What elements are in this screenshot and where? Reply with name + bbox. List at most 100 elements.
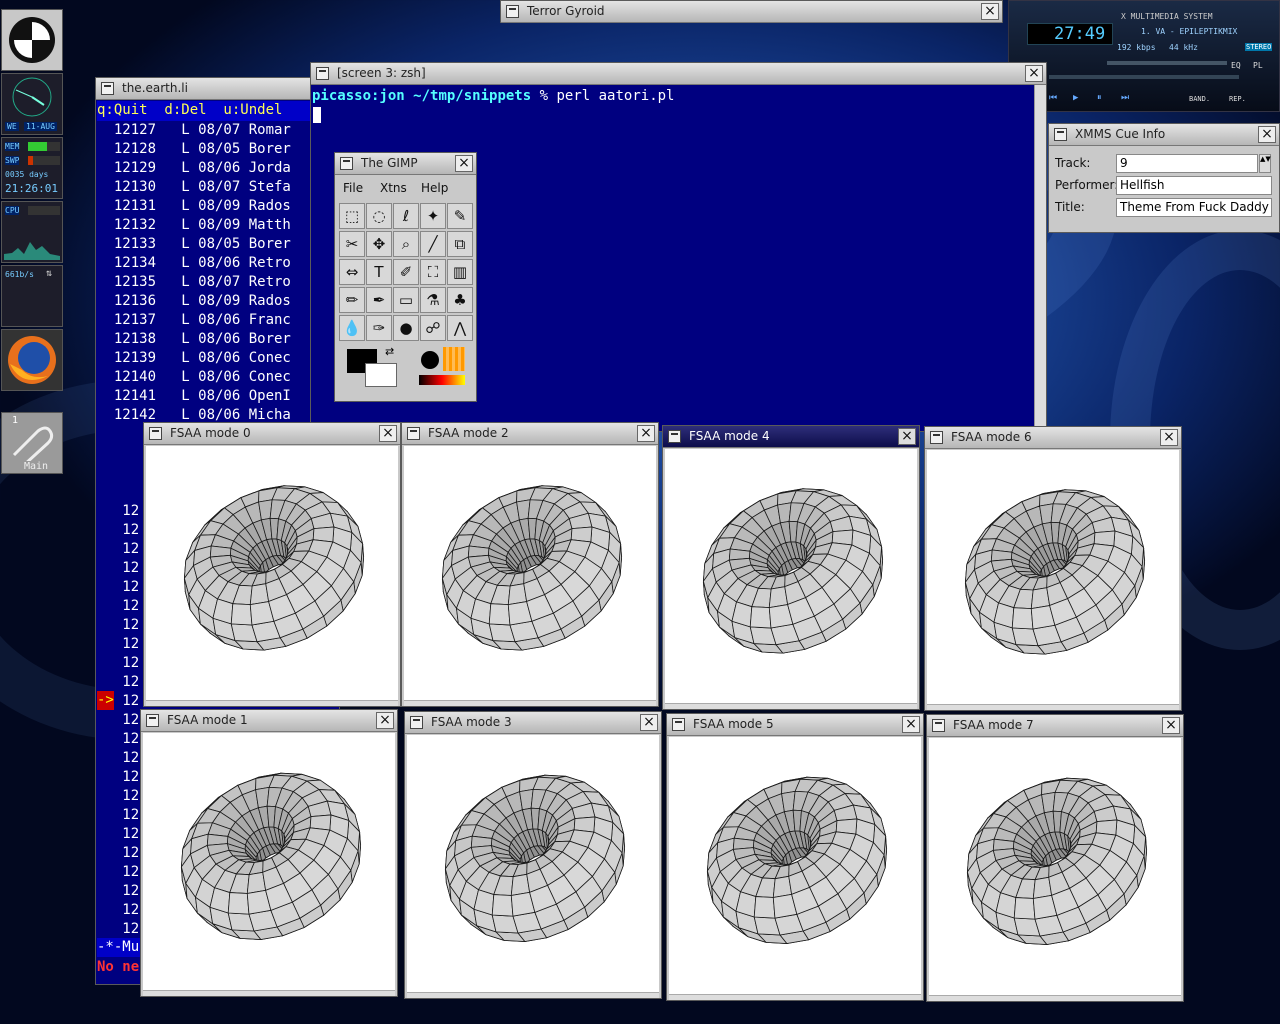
- close-button[interactable]: ×: [379, 425, 397, 442]
- repeat-button[interactable]: REP.: [1229, 95, 1246, 103]
- message-row[interactable]: 12139 L 08/06 Conec: [97, 349, 291, 368]
- window-menu-icon[interactable]: [146, 714, 159, 727]
- window-menu-icon[interactable]: [1054, 128, 1067, 141]
- message-row[interactable]: 12134 L 08/06 Retro: [97, 254, 291, 273]
- message-row[interactable]: 12132 L 08/09 Matth: [97, 216, 291, 235]
- menu-xtns[interactable]: Xtns: [380, 181, 407, 195]
- window-menu-icon[interactable]: [668, 430, 681, 443]
- text-icon[interactable]: T: [366, 259, 392, 285]
- ink-icon[interactable]: ✑: [366, 315, 392, 341]
- magnify-icon[interactable]: ⌕: [393, 231, 419, 257]
- titlebar[interactable]: FSAA mode 5 ×: [667, 714, 923, 736]
- message-row[interactable]: 12129 L 08/06 Jorda: [97, 159, 291, 178]
- pattern-icon[interactable]: [443, 347, 465, 371]
- titlebar[interactable]: FSAA mode 1 ×: [141, 710, 397, 732]
- close-button[interactable]: ×: [376, 712, 394, 729]
- playlist-toggle[interactable]: PL: [1253, 61, 1263, 70]
- seek-bar[interactable]: [1049, 75, 1239, 79]
- terror-gyroid-window[interactable]: Terror Gyroid ×: [500, 0, 1003, 23]
- band-button[interactable]: BAND.: [1189, 95, 1210, 103]
- message-list[interactable]: 12127 L 08/07 Romar 12128 L 08/05 Borer …: [97, 121, 291, 425]
- close-button[interactable]: ×: [898, 428, 916, 445]
- fsaa-window[interactable]: FSAA mode 5 ×: [666, 713, 924, 1001]
- lasso-icon[interactable]: ℓ: [393, 203, 419, 229]
- paintbrush-icon[interactable]: ✒: [366, 287, 392, 313]
- window-menu-icon[interactable]: [932, 719, 945, 732]
- close-button[interactable]: ×: [1160, 429, 1178, 446]
- swap-colors-icon[interactable]: ⇄: [385, 345, 394, 358]
- window-menu-icon[interactable]: [410, 716, 423, 729]
- message-row[interactable]: 12137 L 08/06 Franc: [97, 311, 291, 330]
- background-color[interactable]: [365, 363, 397, 387]
- titlebar[interactable]: FSAA mode 0 ×: [144, 423, 400, 445]
- move-icon[interactable]: ✥: [366, 231, 392, 257]
- close-button[interactable]: ×: [902, 716, 920, 733]
- fsaa-window[interactable]: FSAA mode 7 ×: [926, 714, 1184, 1002]
- clone-icon[interactable]: ♣: [447, 287, 473, 313]
- flip-icon[interactable]: ⇔: [339, 259, 365, 285]
- message-row[interactable]: 12131 L 08/09 Rados: [97, 197, 291, 216]
- window-menu-icon[interactable]: [672, 718, 685, 731]
- titlebar[interactable]: FSAA mode 4 ×: [663, 426, 919, 448]
- volume-slider[interactable]: [1107, 61, 1227, 65]
- title-field[interactable]: Theme From Fuck Daddy (I: [1116, 198, 1272, 217]
- window-menu-icon[interactable]: [506, 5, 519, 18]
- ellipse-select-icon[interactable]: ◌: [366, 203, 392, 229]
- measure-icon[interactable]: ⋀: [447, 315, 473, 341]
- titlebar[interactable]: FSAA mode 2 ×: [402, 423, 658, 445]
- window-menu-icon[interactable]: [101, 82, 114, 95]
- blend-icon[interactable]: ▥: [447, 259, 473, 285]
- message-row[interactable]: 12140 L 08/06 Conec: [97, 368, 291, 387]
- color-picker-icon[interactable]: ✐: [393, 259, 419, 285]
- crop-icon[interactable]: ╱: [420, 231, 446, 257]
- bezier-icon[interactable]: ✎: [447, 203, 473, 229]
- titlebar[interactable]: Terror Gyroid ×: [501, 1, 1002, 23]
- airbrush-icon[interactable]: ⚗: [420, 287, 446, 313]
- next-icon[interactable]: ⏭: [1121, 93, 1129, 103]
- fsaa-window[interactable]: FSAA mode 2 ×: [401, 422, 659, 707]
- pencil-icon[interactable]: ✏: [339, 287, 365, 313]
- scrollbar[interactable]: [1034, 85, 1046, 431]
- gimp-toolbox-window[interactable]: The GIMP × File Xtns Help ⬚ ◌ ℓ ✦ ✎ ✂ ✥ ⌕ ╱ ⧉ ⇔ T ✐ ⛶ ▥…: [334, 152, 477, 402]
- window-menu-icon[interactable]: [407, 427, 420, 440]
- message-row[interactable]: 12136 L 08/09 Rados: [97, 292, 291, 311]
- gradient-icon[interactable]: [419, 375, 465, 385]
- desktop-app-icon[interactable]: [1, 9, 63, 71]
- bucket-fill-icon[interactable]: ⛶: [420, 259, 446, 285]
- fsaa-window[interactable]: FSAA mode 6 ×: [924, 426, 1182, 711]
- titlebar[interactable]: [screen 3: zsh] ×: [311, 63, 1046, 85]
- message-row[interactable]: 12127 L 08/07 Romar: [97, 121, 291, 140]
- firefox-dock-icon[interactable]: [1, 329, 63, 391]
- window-menu-icon[interactable]: [316, 67, 329, 80]
- eraser-icon[interactable]: ▭: [393, 287, 419, 313]
- titlebar[interactable]: FSAA mode 7 ×: [927, 715, 1183, 737]
- window-menu-icon[interactable]: [149, 427, 162, 440]
- window-menu-icon[interactable]: [930, 431, 943, 444]
- message-row[interactable]: 12138 L 08/06 Borer: [97, 330, 291, 349]
- close-button[interactable]: ×: [1258, 126, 1276, 143]
- pause-icon[interactable]: ⏸: [1097, 93, 1102, 103]
- menu-help[interactable]: Help: [421, 181, 448, 195]
- play-icon[interactable]: ▶: [1073, 93, 1078, 103]
- shell-prompt-line[interactable]: picasso:jon ~/tmp/snippets % perl aatori…: [312, 87, 675, 106]
- message-row[interactable]: 12128 L 08/05 Borer: [97, 140, 291, 159]
- fsaa-window[interactable]: FSAA mode 3 ×: [404, 711, 662, 999]
- window-resize-bar[interactable]: [669, 994, 921, 1000]
- menu-file[interactable]: File: [343, 181, 363, 195]
- message-row[interactable]: 12135 L 08/07 Retro: [97, 273, 291, 292]
- message-row[interactable]: 12141 L 08/06 OpenI: [97, 387, 291, 406]
- window-resize-bar[interactable]: [146, 700, 398, 706]
- fuzzy-select-icon[interactable]: ✦: [420, 203, 446, 229]
- window-menu-icon[interactable]: [340, 157, 353, 170]
- close-button[interactable]: ×: [640, 714, 658, 731]
- titlebar[interactable]: the.earth.li: [96, 78, 339, 100]
- window-resize-bar[interactable]: [404, 700, 656, 706]
- scissors-icon[interactable]: ✂: [339, 231, 365, 257]
- window-resize-bar[interactable]: [927, 704, 1179, 710]
- fsaa-window[interactable]: FSAA mode 4 ×: [662, 425, 920, 710]
- prev-icon[interactable]: ⏮: [1049, 93, 1057, 103]
- close-button[interactable]: ×: [455, 155, 473, 172]
- xmms-cue-window[interactable]: XMMS Cue Info × Track: 9 ▲▼ Performer: He…: [1048, 123, 1280, 233]
- fsaa-window[interactable]: FSAA mode 1 ×: [140, 709, 398, 997]
- titlebar[interactable]: FSAA mode 6 ×: [925, 427, 1181, 449]
